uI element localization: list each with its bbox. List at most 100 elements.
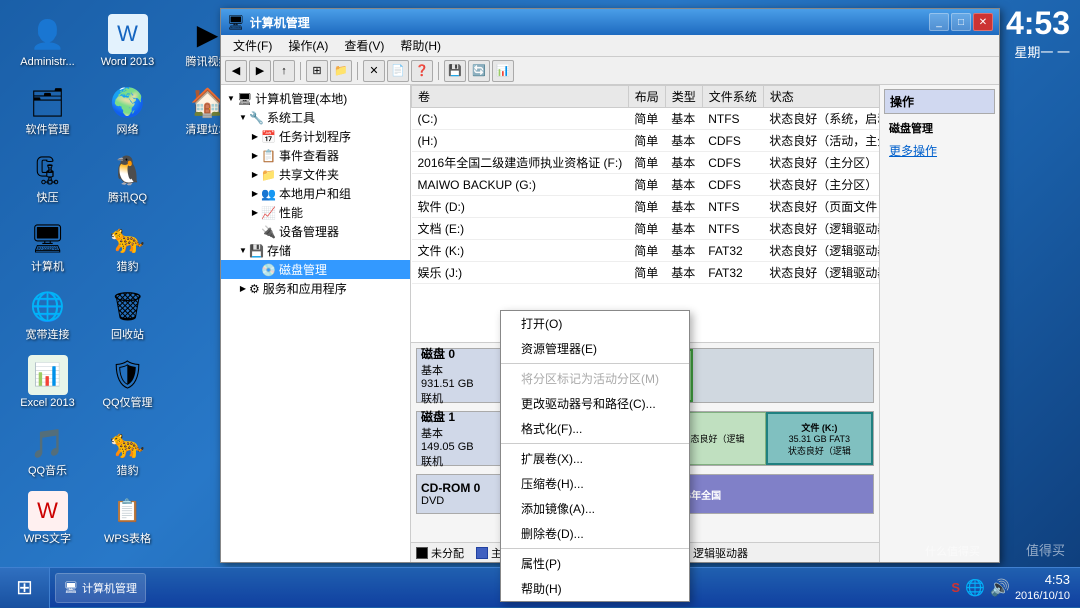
desktop-icon-sogou2[interactable]: 🐆 猎豹	[90, 419, 165, 482]
tree-item-system-tools[interactable]: ▼ 🔧 系统工具	[221, 108, 410, 127]
disk-btn1[interactable]: 💾	[444, 60, 466, 82]
tray-clock: 4:53	[1015, 572, 1070, 589]
help-button[interactable]: ❓	[411, 60, 433, 82]
desktop-icon-pcmgr[interactable]: 🛡 QQ仅管理	[90, 351, 165, 414]
volume-list[interactable]: 卷 布局 类型 文件系统 状态 (C:)简单基本NTFS状态良好（系统，启动，活…	[411, 85, 879, 342]
desktop-icon-word2013[interactable]: W Word 2013	[90, 10, 165, 73]
table-row[interactable]: (C:)简单基本NTFS状态良好（系统，启动，活动，故障转储，主分区）	[412, 108, 880, 130]
menu-file[interactable]: 文件(F)	[225, 35, 280, 56]
close-button[interactable]: ✕	[973, 13, 993, 31]
qq-icon: 🐧	[108, 150, 148, 190]
ops-more-actions[interactable]: 更多操作	[884, 140, 995, 161]
wpstable-label: WPS表格	[104, 533, 151, 546]
context-menu-item-13[interactable]: 帮助(H)	[501, 576, 689, 601]
back-button[interactable]: ◀	[225, 60, 247, 82]
desktop-icon-wpstable[interactable]: 📋 WPS表格	[90, 487, 165, 550]
menu-action[interactable]: 操作(A)	[280, 35, 336, 56]
expand-icon-users: ▶	[249, 188, 261, 200]
legend-unallocated: 未分配	[416, 545, 464, 561]
desktop-icon-qqmusic[interactable]: 🎵 QQ音乐	[10, 419, 85, 482]
context-menu-item-1[interactable]: 资源管理器(E)	[501, 336, 689, 361]
forward-button[interactable]: ▶	[249, 60, 271, 82]
desktop-icon-computer[interactable]: 🖥 计算机	[10, 215, 85, 278]
table-row[interactable]: 文档 (E:)简单基本NTFS状态良好（逻辑驱动器）	[412, 218, 880, 240]
context-menu-item-9[interactable]: 添加镜像(A)...	[501, 496, 689, 521]
disk1-partition-k[interactable]: 文件 (K:) 35.31 GB FAT3 状态良好（逻辑	[766, 412, 873, 465]
tree-item-disk-management[interactable]: 💿 磁盘管理	[221, 260, 410, 279]
tree-item-event-viewer[interactable]: ▶ 📋 事件查看器	[221, 146, 410, 165]
tree-item-root[interactable]: ▼ 🖥 计算机管理(本地)	[221, 89, 410, 108]
disk-btn3[interactable]: 📊	[492, 60, 514, 82]
maximize-button[interactable]: □	[951, 13, 971, 31]
context-menu-item-3: 将分区标记为活动分区(M)	[501, 366, 689, 391]
clock-area: 4:53 星期一 一	[1006, 5, 1070, 61]
expand-icon-root: ▼	[225, 93, 237, 105]
computer-label: 计算机	[31, 261, 64, 274]
desktop-icon-recycle[interactable]: 🗑 回收站	[90, 283, 165, 346]
desktop-icon-administrator[interactable]: 👤 Administr...	[10, 10, 85, 73]
table-row[interactable]: MAIWO BACKUP (G:)简单基本CDFS状态良好（主分区）	[412, 174, 880, 196]
tray-network-icon[interactable]: 🌐	[965, 578, 985, 598]
desktop-icon-qq[interactable]: 🐧 腾讯QQ	[90, 146, 165, 209]
table-row[interactable]: 2016年全国二级建造师执业资格证 (F:)简单基本CDFS状态良好（主分区）	[412, 152, 880, 174]
desktop-icon-software[interactable]: 🗂 软件管理	[10, 78, 85, 141]
tree-label-storage: 存储	[267, 242, 291, 259]
disk0-partition-rest[interactable]	[693, 349, 873, 402]
wpstable-icon: 📋	[108, 491, 148, 531]
menu-help[interactable]: 帮助(H)	[392, 35, 449, 56]
context-menu-item-4[interactable]: 更改驱动器号和路径(C)...	[501, 391, 689, 416]
desktop-icon-leopard[interactable]: 🐆 猎豹	[90, 215, 165, 278]
context-menu-item-5[interactable]: 格式化(F)...	[501, 416, 689, 441]
disk1-name: 磁盘 1	[421, 408, 511, 425]
table-row[interactable]: 文件 (K:)简单基本FAT32状态良好（逻辑驱动器）	[412, 240, 880, 262]
tree-label-device: 设备管理器	[279, 223, 339, 240]
context-menu-item-7[interactable]: 扩展卷(X)...	[501, 446, 689, 471]
word-icon: W	[108, 14, 148, 54]
menu-view[interactable]: 查看(V)	[336, 35, 392, 56]
disk-btn2[interactable]: 🔄	[468, 60, 490, 82]
show-hide-button[interactable]: ⊞	[306, 60, 328, 82]
desktop-icon-broadband[interactable]: 🌐 宽带连接	[10, 283, 85, 346]
table-row[interactable]: 娱乐 (J:)简单基本FAT32状态良好（逻辑驱动器）	[412, 262, 880, 284]
broadband-label: 宽带连接	[26, 329, 70, 342]
tray-time[interactable]: 4:53 2016/10/10	[1015, 572, 1070, 603]
tree-item-storage[interactable]: ▼ 💾 存储	[221, 241, 410, 260]
taskbar-item-active[interactable]: 🖥 计算机管理	[55, 573, 146, 603]
table-row[interactable]: 软件 (D:)简单基本NTFS状态良好（页面文件，逻辑驱动器）	[412, 196, 880, 218]
tree-panel: ▼ 🖥 计算机管理(本地) ▼ 🔧 系统工具 ▶ 📅 任务计划程序	[221, 85, 411, 562]
volume-table: 卷 布局 类型 文件系统 状态 (C:)简单基本NTFS状态良好（系统，启动，活…	[411, 85, 879, 284]
clock-time: 4:53	[1006, 5, 1070, 42]
tree-item-local-users[interactable]: ▶ 👥 本地用户和组	[221, 184, 410, 203]
delete-button[interactable]: ✕	[363, 60, 385, 82]
tree-label-scheduler: 任务计划程序	[279, 128, 351, 145]
context-menu-item-10[interactable]: 删除卷(D)...	[501, 521, 689, 546]
word-label: Word 2013	[101, 56, 155, 69]
col-status: 状态	[763, 86, 879, 108]
context-menu-separator	[501, 363, 689, 364]
excel-label: Excel 2013	[20, 397, 74, 410]
tree-item-shared-folders[interactable]: ▶ 📁 共享文件夹	[221, 165, 410, 184]
minimize-button[interactable]: _	[929, 13, 949, 31]
desktop-icon-excel[interactable]: 📊 Excel 2013	[10, 351, 85, 414]
tray-wps-icon[interactable]: S	[951, 580, 960, 595]
desktop-icon-wps[interactable]: W WPS文字	[10, 487, 85, 550]
tree-item-scheduler[interactable]: ▶ 📅 任务计划程序	[221, 127, 410, 146]
context-menu-item-8[interactable]: 压缩卷(H)...	[501, 471, 689, 496]
tree-item-services[interactable]: ▶ ⚙ 服务和应用程序	[221, 279, 410, 298]
tree-item-device-manager[interactable]: 🔌 设备管理器	[221, 222, 410, 241]
up-button[interactable]: ↑	[273, 60, 295, 82]
context-menu-item-12[interactable]: 属性(P)	[501, 551, 689, 576]
desktop-icon-network[interactable]: 🌍 网络	[90, 78, 165, 141]
legend-label-unallocated: 未分配	[431, 545, 464, 561]
tree-item-performance[interactable]: ▶ 📈 性能	[221, 203, 410, 222]
expand-icon-system: ▼	[237, 112, 249, 124]
table-row[interactable]: (H:)简单基本CDFS状态良好（活动，主分区）	[412, 130, 880, 152]
tray-sound-icon[interactable]: 🔊	[990, 578, 1010, 598]
col-layout: 布局	[628, 86, 665, 108]
desktop-icon-winrar[interactable]: 🗜 快压	[10, 146, 85, 209]
folder-view-button[interactable]: 📁	[330, 60, 352, 82]
properties-button[interactable]: 📄	[387, 60, 409, 82]
context-menu-item-0[interactable]: 打开(O)	[501, 311, 689, 336]
start-button[interactable]: ⊞	[0, 568, 50, 608]
qqmusic-icon: 🎵	[28, 423, 68, 463]
